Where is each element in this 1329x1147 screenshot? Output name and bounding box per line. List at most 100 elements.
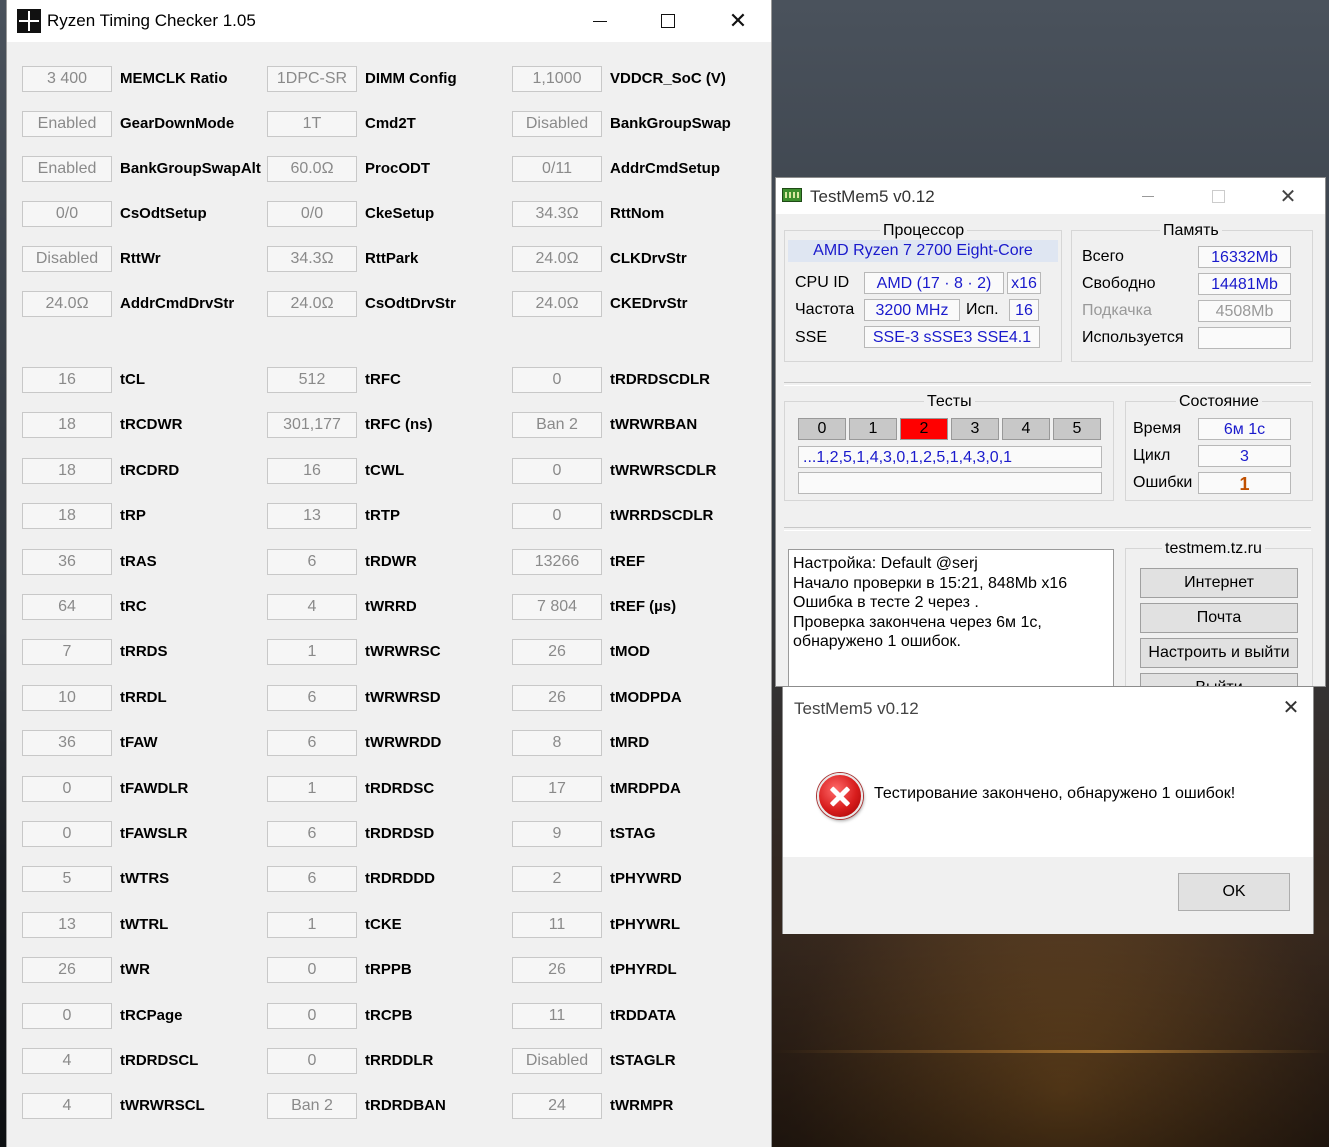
timing-value[interactable]: 24.0Ω (512, 246, 602, 272)
timing-value[interactable]: 18 (22, 503, 112, 530)
cpu-id-value: AMD (17 · 8 · 2) (864, 272, 1004, 294)
timing-value[interactable]: 512 (267, 367, 357, 393)
timing-label: tWRRD (365, 598, 417, 615)
timing-value[interactable]: 60.0Ω (267, 156, 357, 182)
timing-value[interactable]: 11 (512, 1002, 602, 1029)
log-box[interactable]: Настройка: Default @serj Начало проверки… (788, 549, 1114, 689)
close-button[interactable]: ✕ (1268, 178, 1308, 214)
cpu-threads-value: x16 (1007, 272, 1041, 294)
minimize-button[interactable] (577, 0, 623, 42)
timing-value[interactable]: Enabled (22, 111, 112, 137)
timing-value[interactable]: 9 (512, 821, 602, 847)
mem-total-value: 16332Mb (1198, 246, 1291, 268)
timing-value[interactable]: 0/0 (22, 201, 112, 227)
timing-value[interactable]: 16 (22, 367, 112, 393)
timing-value[interactable]: Ban 2 (512, 412, 602, 439)
timing-value[interactable]: 16 (267, 457, 357, 484)
timing-label: tRFC (ns) (365, 416, 433, 434)
timing-value[interactable]: 24.0Ω (267, 291, 357, 317)
timing-value[interactable]: 0 (22, 1002, 112, 1029)
close-button[interactable]: ✕ (715, 0, 761, 42)
timing-label: tWRWRSCDLR (610, 461, 717, 479)
timing-value[interactable]: 1DPC-SR (267, 66, 357, 92)
maximize-button[interactable] (1198, 178, 1238, 214)
timing-value[interactable]: 6 (267, 730, 357, 757)
dialog-close-button[interactable]: ✕ (1269, 687, 1313, 727)
timing-value[interactable]: 26 (512, 957, 602, 984)
ok-button[interactable]: OK (1178, 873, 1290, 911)
timing-value[interactable]: 0 (267, 957, 357, 984)
timing-value[interactable]: 64 (22, 594, 112, 620)
timing-value[interactable]: 0 (512, 367, 602, 393)
timing-value[interactable]: 17 (512, 775, 602, 802)
timing-value[interactable]: Ban 2 (267, 1093, 357, 1120)
timing-value[interactable]: 11 (512, 911, 602, 938)
test-cell-0: 0 (798, 418, 846, 440)
minimize-button[interactable] (1128, 178, 1168, 214)
frequency-label: Частота (795, 301, 855, 318)
timing-value[interactable]: 36 (22, 548, 112, 575)
timing-value[interactable]: 0 (22, 821, 112, 847)
timing-value[interactable]: 3 400 (22, 66, 112, 92)
timing-value[interactable]: Disabled (512, 111, 602, 137)
timing-value[interactable]: 7 (22, 639, 112, 666)
timing-value[interactable]: 34.3Ω (512, 201, 602, 227)
timing-value[interactable]: 0/11 (512, 156, 602, 182)
timing-label: tRDRDSCL (120, 1052, 199, 1069)
timing-value[interactable]: 10 (22, 684, 112, 711)
timing-value[interactable]: 0 (267, 1048, 357, 1074)
timing-value[interactable]: 0/0 (267, 201, 357, 227)
timing-value[interactable]: 0 (512, 457, 602, 484)
timing-value[interactable]: 4 (22, 1048, 112, 1074)
timing-value[interactable]: 6 (267, 821, 357, 847)
timing-value[interactable]: 13 (22, 911, 112, 938)
timing-label: tRDRDSC (365, 779, 435, 797)
timing-label: tRDRDBAN (365, 1097, 446, 1115)
timing-value[interactable]: 24.0Ω (22, 291, 112, 317)
timing-value[interactable]: 18 (22, 412, 112, 439)
errors-value: 1 (1198, 472, 1291, 494)
timing-value[interactable]: 7 804 (512, 594, 602, 620)
timing-value[interactable]: Disabled (512, 1048, 602, 1074)
mem-swap-label: Подкачка (1082, 302, 1152, 319)
maximize-button[interactable] (645, 0, 691, 42)
timing-value[interactable]: 26 (512, 639, 602, 666)
site-link[interactable]: testmem.tz.ru (1162, 540, 1265, 558)
timing-value[interactable]: 18 (22, 457, 112, 484)
timing-value[interactable]: 24 (512, 1093, 602, 1120)
timing-value[interactable]: 1,1000 (512, 66, 602, 92)
timing-value[interactable]: 301,177 (267, 412, 357, 439)
timing-value[interactable]: 26 (512, 684, 602, 711)
timing-value[interactable]: Enabled (22, 156, 112, 182)
timing-value[interactable]: 0 (512, 503, 602, 530)
timing-value[interactable]: Disabled (22, 246, 112, 272)
internet-button[interactable]: Интернет (1140, 568, 1298, 598)
timing-value[interactable]: 36 (22, 730, 112, 757)
mem-used-label: Используется (1082, 329, 1184, 346)
mail-button[interactable]: Почта (1140, 603, 1298, 633)
timing-value[interactable]: 0 (267, 1002, 357, 1029)
timing-value[interactable]: 5 (22, 866, 112, 893)
timing-value[interactable]: 13266 (512, 548, 602, 575)
timing-label: tRDRDSCDLR (610, 371, 710, 388)
configure-exit-button[interactable]: Настроить и выйти (1140, 638, 1298, 668)
rtc-title-bar[interactable]: Ryzen Timing Checker 1.05 ✕ (7, 0, 771, 42)
timing-value[interactable]: 1 (267, 639, 357, 666)
timing-value[interactable]: 0 (22, 775, 112, 802)
timing-value[interactable]: 34.3Ω (267, 246, 357, 272)
testmem-title-bar[interactable]: TestMem5 v0.12 ✕ (776, 178, 1325, 214)
timing-value[interactable]: 1 (267, 775, 357, 802)
timing-value[interactable]: 6 (267, 548, 357, 575)
timing-value[interactable]: 1 (267, 911, 357, 938)
timing-value[interactable]: 6 (267, 684, 357, 711)
timing-value[interactable]: 8 (512, 730, 602, 757)
timing-value[interactable]: 2 (512, 866, 602, 893)
timing-value[interactable]: 4 (267, 594, 357, 620)
timing-value[interactable]: 4 (22, 1093, 112, 1120)
timing-value[interactable]: 24.0Ω (512, 291, 602, 317)
mem-total-label: Всего (1082, 248, 1124, 265)
timing-value[interactable]: 1T (267, 111, 357, 137)
timing-value[interactable]: 26 (22, 957, 112, 984)
timing-value[interactable]: 6 (267, 866, 357, 893)
timing-value[interactable]: 13 (267, 503, 357, 530)
